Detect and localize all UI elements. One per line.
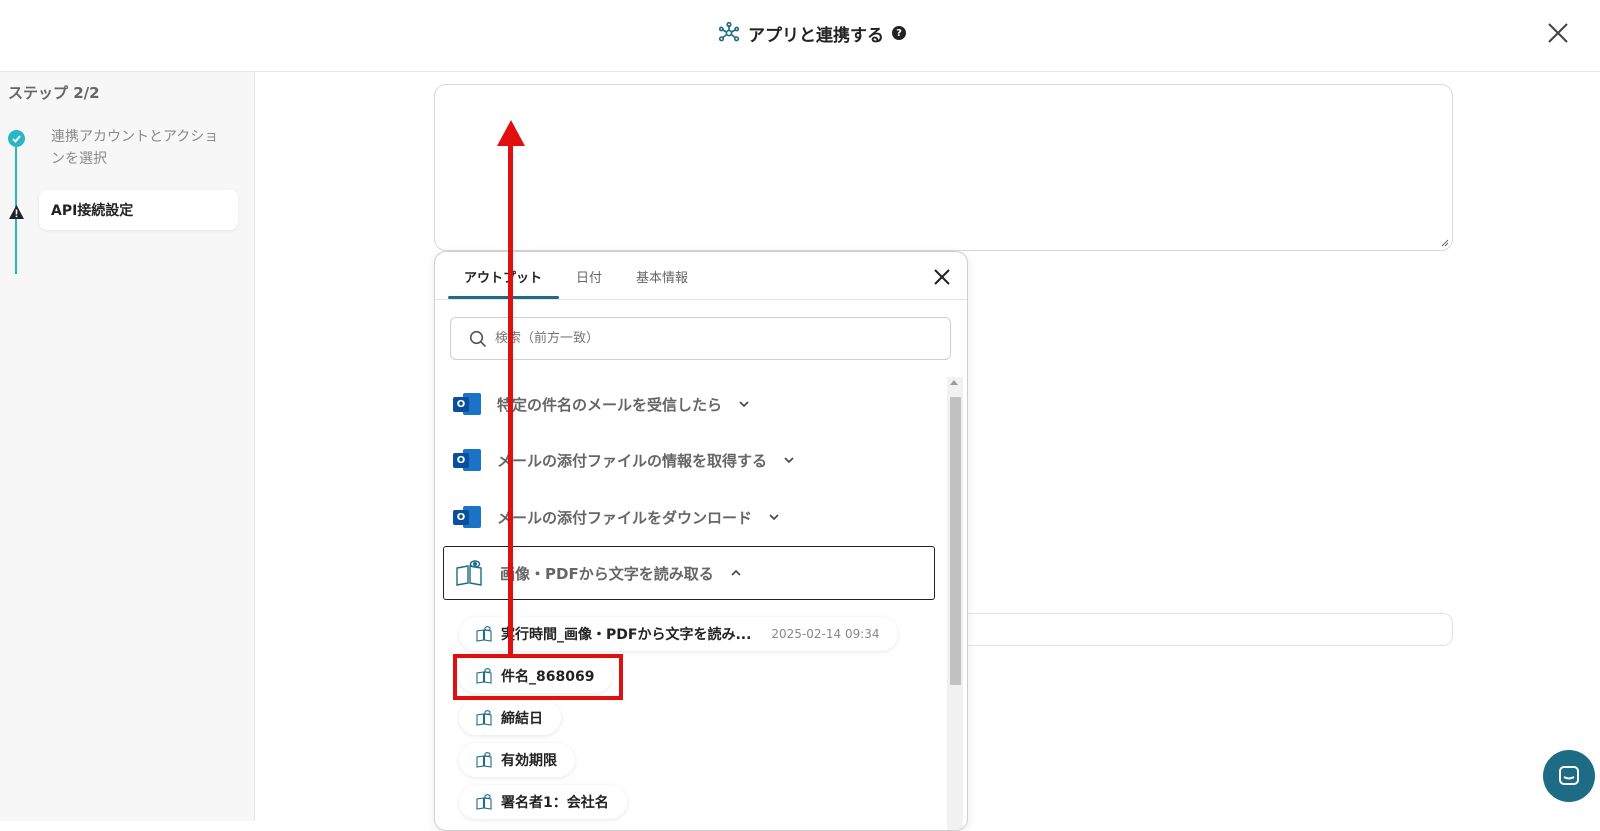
- output-value: 2025-02-14 09:34: [771, 627, 880, 641]
- ocr-book-icon: [456, 560, 482, 586]
- sidebar-item-select-action[interactable]: 連携アカウントとアクションを選択: [51, 126, 231, 170]
- output-picker-popup: アウトプット 日付 基本情報 O 特定の件名のメールを受信したら O メールの添…: [434, 251, 968, 831]
- tab-date[interactable]: 日付: [576, 267, 602, 286]
- action-label: 特定の件名のメールを受信したら: [497, 395, 723, 414]
- action-label: 画像・PDFから文字を読み取る: [500, 564, 714, 583]
- action-row-received-email[interactable]: O 特定の件名のメールを受信したら: [443, 377, 935, 431]
- action-row-get-attachment-info[interactable]: O メールの添付ファイルの情報を取得する: [443, 433, 935, 487]
- search-input[interactable]: [495, 331, 915, 346]
- ocr-book-small-icon: [476, 626, 492, 642]
- header: アプリと連携する ?: [0, 0, 1600, 72]
- output-name: 署名者1：会社名: [501, 795, 609, 811]
- chevron-down-icon: [784, 457, 794, 464]
- active-tab-indicator: [448, 296, 559, 299]
- warning-icon: [9, 205, 24, 219]
- resize-grip-icon[interactable]: [1441, 239, 1449, 247]
- outlook-icon: O: [453, 391, 481, 417]
- annotation-arrow-shaft: [508, 140, 513, 656]
- chevron-down-icon: [769, 514, 779, 521]
- scrollbar-thumb[interactable]: [950, 397, 961, 685]
- annotation-arrow-head: [497, 120, 525, 146]
- sidebar: ステップ 2/2 連携アカウントとアクションを選択 API接続設定: [0, 72, 255, 821]
- annotation-highlight-box: [453, 654, 623, 700]
- outlook-icon: O: [453, 447, 481, 473]
- output-name: 有効期限: [501, 753, 557, 769]
- action-row-download-attachment[interactable]: O メールの添付ファイルをダウンロード: [443, 490, 935, 544]
- scroll-up-arrow-icon[interactable]: [950, 380, 958, 385]
- output-name: 実行時間_画像・PDFから文字を読み...: [501, 627, 752, 643]
- action-label: メールの添付ファイルの情報を取得する: [497, 451, 768, 470]
- ocr-book-small-icon: [476, 752, 492, 768]
- tab-bar: アウトプット 日付 基本情報: [435, 252, 967, 300]
- ocr-book-small-icon: [476, 710, 492, 726]
- message-textarea[interactable]: [434, 84, 1453, 251]
- header-title-group: アプリと連携する ?: [718, 18, 906, 48]
- output-chip-contract-date[interactable]: 締結日: [459, 701, 561, 735]
- ocr-book-small-icon: [476, 794, 492, 810]
- outlook-icon: O: [453, 504, 481, 530]
- chat-icon: [1559, 766, 1579, 785]
- action-row-ocr[interactable]: 画像・PDFから文字を読み取る: [443, 546, 935, 600]
- tab-basic-info[interactable]: 基本情報: [636, 267, 688, 286]
- action-label: メールの添付ファイルをダウンロード: [497, 508, 753, 527]
- sidebar-item-api-settings[interactable]: API接続設定: [39, 190, 238, 230]
- chevron-up-icon: [731, 569, 741, 576]
- output-name: 締結日: [501, 711, 543, 727]
- step-counter: ステップ 2/2: [8, 84, 100, 102]
- help-icon[interactable]: ?: [892, 26, 906, 40]
- output-chip-signer-company[interactable]: 署名者1：会社名: [459, 785, 627, 819]
- output-chip-exec-time[interactable]: 実行時間_画像・PDFから文字を読み... 2025-02-14 09:34: [459, 617, 898, 651]
- output-chip-expiry[interactable]: 有効期限: [459, 743, 575, 777]
- close-icon[interactable]: [1545, 20, 1571, 46]
- chevron-down-icon: [739, 401, 749, 408]
- integration-icon: [718, 22, 740, 42]
- chat-support-button[interactable]: [1543, 750, 1595, 802]
- search-icon: [469, 330, 487, 347]
- background-input-field[interactable]: [940, 613, 1453, 646]
- popup-close-icon[interactable]: [933, 268, 951, 286]
- check-icon: [8, 130, 25, 147]
- search-box[interactable]: [450, 317, 951, 360]
- page-title: アプリと連携する: [748, 25, 884, 46]
- tab-output[interactable]: アウトプット: [464, 267, 542, 286]
